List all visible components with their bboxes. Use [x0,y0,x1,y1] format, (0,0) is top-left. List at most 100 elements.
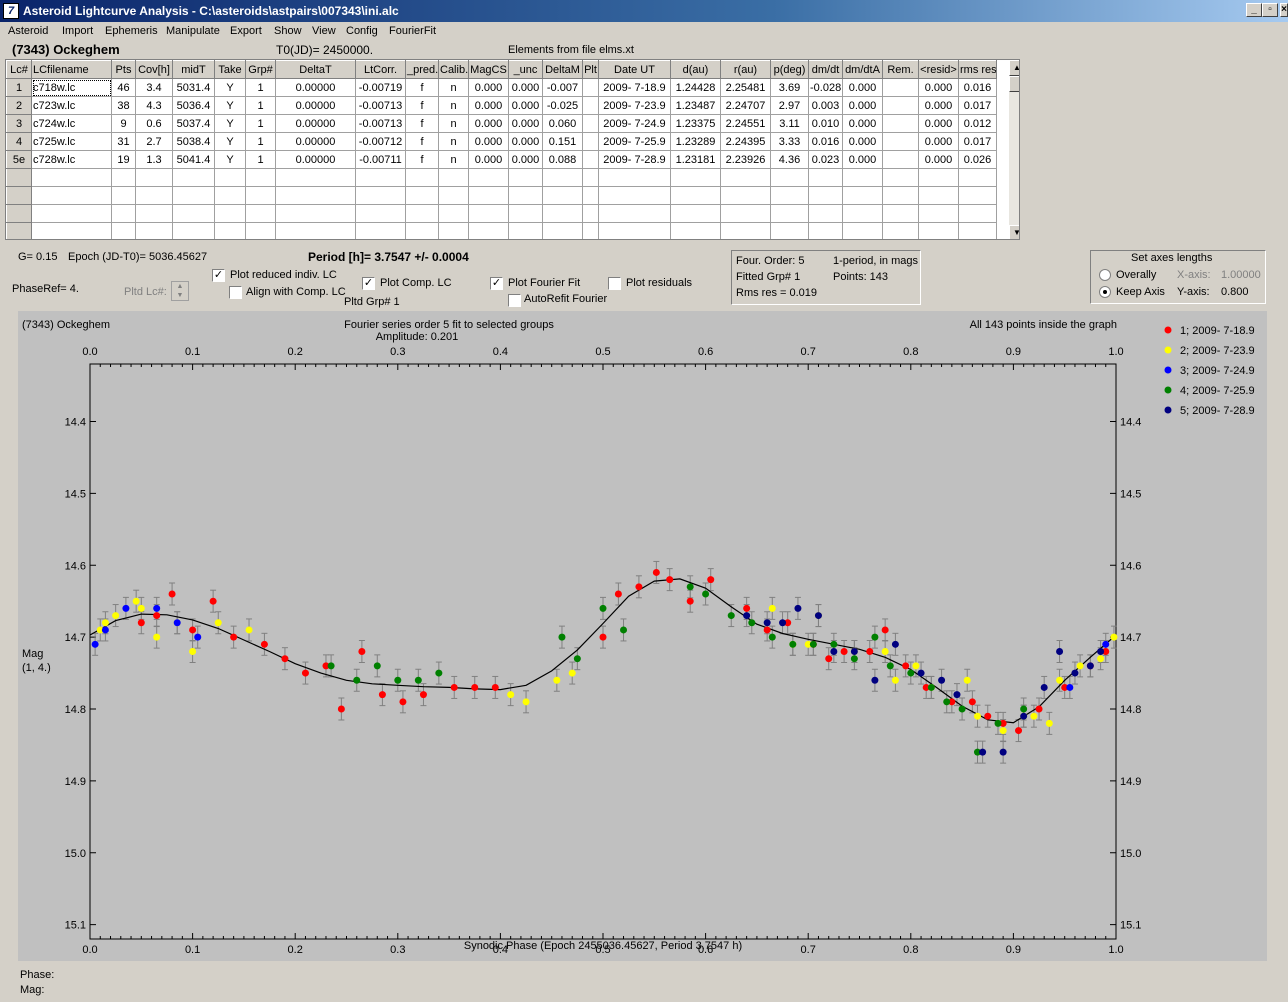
table-cell[interactable] [882,96,919,115]
table-cell[interactable] [172,168,215,187]
table-cell[interactable] [582,132,599,151]
table-cell[interactable]: 5e [6,150,32,169]
column-header[interactable]: MagCS [468,60,509,79]
table-cell[interactable] [670,168,721,187]
column-header[interactable]: Rem. [882,60,919,79]
table-cell[interactable]: 0.000 [468,150,509,169]
table-row-empty[interactable] [6,168,997,187]
scroll-thumb[interactable] [1009,76,1019,92]
table-cell[interactable] [355,222,406,239]
table-cell[interactable] [958,168,997,187]
keep-axis-radio[interactable] [1099,286,1111,298]
table-cell[interactable]: 38 [111,96,136,115]
table-cell[interactable]: n [438,114,469,133]
column-header[interactable]: Cov[h] [135,60,173,79]
table-cell[interactable]: 1.23181 [670,150,721,169]
plot-residuals-checkbox[interactable] [608,277,621,290]
table-cell[interactable] [720,204,771,223]
table-cell[interactable] [958,222,997,239]
table-cell[interactable] [958,204,997,223]
table-cell[interactable]: f [405,78,439,97]
table-cell[interactable]: -0.00712 [355,132,406,151]
table-cell[interactable]: -0.028 [808,78,843,97]
table-cell[interactable]: 0.016 [808,132,843,151]
table-cell[interactable]: 0.000 [842,96,883,115]
table-cell[interactable] [6,222,32,239]
table-cell[interactable]: Y [214,78,246,97]
table-cell[interactable] [111,204,136,223]
table-cell[interactable]: 0.003 [808,96,843,115]
table-cell[interactable]: n [438,78,469,97]
table-cell[interactable]: 5041.4 [172,150,215,169]
table-cell[interactable]: 3.4 [135,78,173,97]
table-cell[interactable] [438,186,469,205]
table-cell[interactable]: 4.36 [770,150,809,169]
table-cell[interactable] [670,204,721,223]
table-cell[interactable] [468,168,509,187]
table-cell[interactable] [355,186,406,205]
menu-export[interactable]: Export [230,25,262,37]
lightcurve-plot[interactable]: (7343) Ockeghem Fourier series order 5 f… [18,311,1267,961]
table-cell[interactable] [720,222,771,239]
table-cell[interactable] [355,168,406,187]
table-cell[interactable]: 2.24707 [720,96,771,115]
spin-down-icon[interactable]: ▼ [172,291,188,300]
table-cell[interactable] [770,168,809,187]
table-cell[interactable] [468,204,509,223]
table-cell[interactable]: 0.023 [808,150,843,169]
table-cell[interactable]: 3.69 [770,78,809,97]
table-cell[interactable]: 0.000 [842,114,883,133]
table-cell[interactable]: 0.026 [958,150,997,169]
table-cell[interactable]: -0.00711 [355,150,406,169]
table-cell[interactable]: 2.24395 [720,132,771,151]
minimize-button[interactable]: _ [1246,3,1262,17]
column-header[interactable]: <resid> [918,60,959,79]
menu-asteroid[interactable]: Asteroid [8,25,48,37]
table-cell[interactable]: 0.000 [508,78,543,97]
table-cell[interactable]: 2009- 7-25.9 [598,132,671,151]
table-cell[interactable] [670,222,721,239]
column-header[interactable]: Date UT [598,60,671,79]
table-cell[interactable] [842,204,883,223]
table-cell[interactable]: 0.6 [135,114,173,133]
table-cell[interactable]: 1 [6,78,32,97]
table-cell[interactable]: 0.000 [842,150,883,169]
table-cell[interactable]: 0.000 [918,114,959,133]
table-cell[interactable] [598,222,671,239]
table-cell[interactable] [135,186,173,205]
table-cell[interactable]: 1 [245,132,276,151]
table-cell[interactable] [245,186,276,205]
table-cell[interactable]: 2.23926 [720,150,771,169]
table-cell[interactable]: 0.000 [918,150,959,169]
table-cell[interactable]: 0.00000 [275,78,356,97]
lightcurve-grid[interactable]: Lc# LCfilename Pts Cov[h] midT Take Grp# DeltaT… [5,59,1020,240]
column-header[interactable]: dm/dtA [842,60,883,79]
table-cell[interactable]: 0.000 [508,96,543,115]
table-cell[interactable]: 2.24551 [720,114,771,133]
table-cell[interactable] [508,186,543,205]
table-cell[interactable]: 3 [6,114,32,133]
table-cell[interactable] [31,222,112,239]
table-cell[interactable]: Y [214,114,246,133]
plot-comp-checkbox[interactable]: ✓ [362,277,375,290]
table-cell[interactable] [135,168,173,187]
table-cell[interactable] [111,186,136,205]
table-cell[interactable] [438,222,469,239]
table-cell[interactable]: 0.060 [542,114,583,133]
table-cell[interactable] [172,186,215,205]
column-header[interactable]: DeltaM [542,60,583,79]
menu-config[interactable]: Config [346,25,378,37]
table-cell[interactable] [542,222,583,239]
table-cell[interactable]: n [438,96,469,115]
table-cell[interactable] [111,168,136,187]
table-cell[interactable] [582,96,599,115]
table-cell[interactable] [508,222,543,239]
table-cell[interactable]: 1 [245,150,276,169]
table-cell[interactable] [6,204,32,223]
column-header[interactable]: d(au) [670,60,721,79]
column-header[interactable]: _pred. [405,60,439,79]
table-cell[interactable]: 2009- 7-23.9 [598,96,671,115]
table-cell[interactable]: n [438,132,469,151]
table-cell[interactable] [882,78,919,97]
table-cell[interactable] [918,168,959,187]
